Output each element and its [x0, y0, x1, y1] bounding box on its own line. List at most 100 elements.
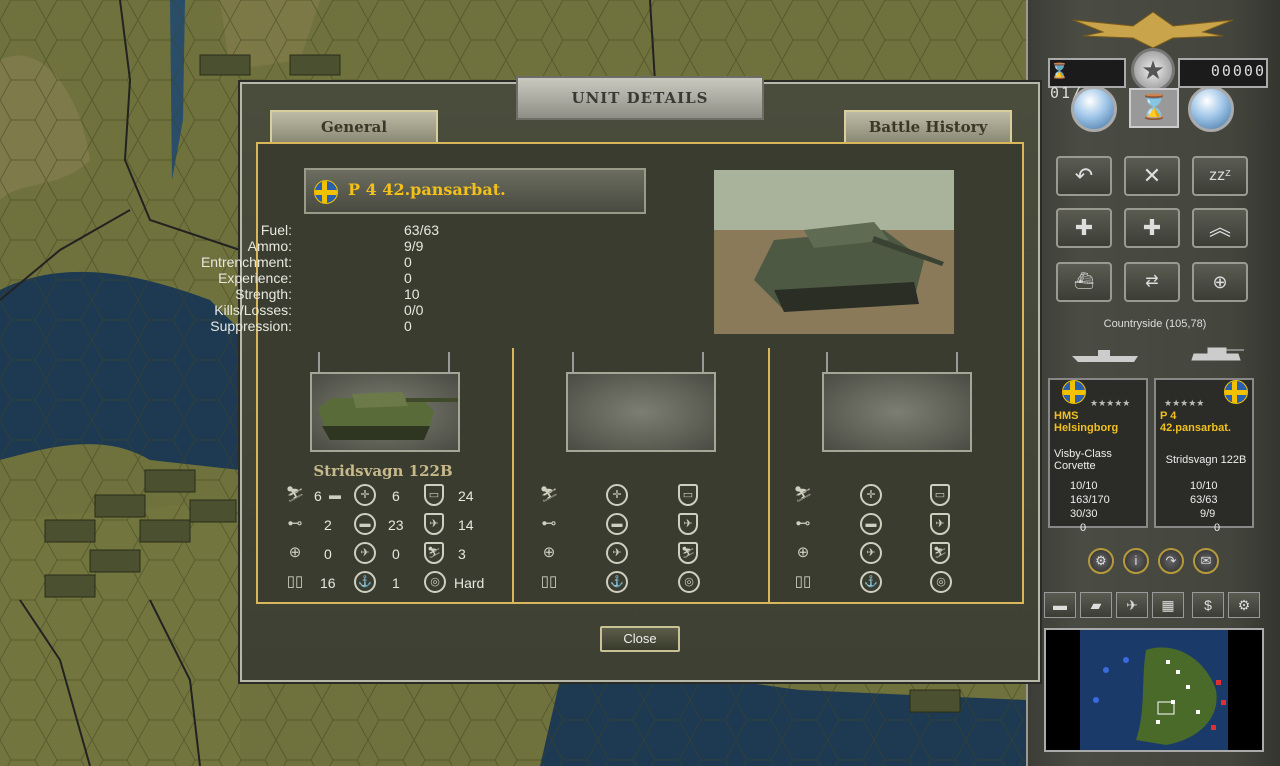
spotting-value: 2	[324, 517, 332, 533]
initiative-value: 16	[320, 575, 336, 591]
range-value: 0	[324, 546, 332, 562]
deploy-button[interactable]: ▰	[1080, 592, 1112, 618]
initiative-icon: ▯▯	[286, 573, 304, 590]
hard-attack-icon: ▬	[860, 513, 882, 535]
air-attack-value: 0	[392, 546, 400, 562]
close-button[interactable]: Close	[600, 626, 680, 652]
weather-left-icon	[1071, 86, 1117, 132]
minimap[interactable]	[1044, 628, 1264, 752]
dollar-icon: $	[1204, 597, 1212, 613]
info-button[interactable]: i	[1123, 548, 1149, 574]
unit-silhouettes	[1072, 347, 1244, 362]
ship-fuel: 163/170	[1070, 494, 1110, 506]
sleep-button[interactable]: zzᶻ	[1192, 156, 1248, 196]
ship-silhouette-icon	[1072, 350, 1138, 362]
stat-label: Kills/Losses:	[214, 302, 292, 318]
tank-silhouette-icon	[1191, 347, 1244, 361]
embark-button[interactable]: ⛴	[1056, 262, 1112, 302]
ship-entrench: 0	[1080, 522, 1087, 534]
purchase-button[interactable]: ▬	[1044, 592, 1076, 618]
star-badge-icon: ★	[1131, 48, 1175, 92]
soft-attack-icon: ✛	[354, 484, 376, 506]
target-icon: ⊕	[1212, 272, 1228, 292]
unit-details-dialog: UNIT DETAILS General Battle History P 4 …	[201, 76, 1040, 682]
target-type-icon: ◎	[930, 571, 952, 593]
air-mode-button[interactable]: ✈	[1116, 592, 1148, 618]
hard-attack-icon: ▬	[606, 513, 628, 535]
undo-icon: ↶	[1074, 163, 1094, 188]
sweden-flag-icon	[1062, 380, 1086, 404]
score-counter: 00000	[1178, 58, 1268, 88]
rank-stars-icon: ★★★★★	[1090, 398, 1131, 408]
next-unit-button[interactable]: ↷	[1158, 548, 1184, 574]
naval-attack-icon: ⚓	[860, 571, 882, 593]
spotting-icon: ⊷	[541, 515, 557, 532]
equipment-name: Stridsvagn 122B	[313, 462, 453, 480]
unit-tree-button[interactable]: ⚙	[1088, 548, 1114, 574]
tank-strength: 10/10	[1190, 480, 1218, 492]
disband-icon: ✕	[1142, 163, 1162, 188]
unit-card-ship[interactable]: ★★★★★ HMS Helsingborg Visby-Class Corvet…	[1048, 378, 1148, 534]
hanger-hook	[956, 352, 958, 374]
ground-defense-value: 24	[458, 488, 474, 504]
target-button[interactable]: ⊕	[1192, 262, 1248, 302]
hanger-hook	[572, 352, 574, 374]
eagle-emblem-icon	[1072, 11, 1234, 49]
embark-icon: ⛴	[1073, 273, 1095, 290]
unit-name: P 4 42.pansarbat.	[348, 180, 506, 199]
equipment-slot-2: ⛷ ✛ ▭ ⊷ ▬ ✈ ⊕ ✈ ⛷ ▯▯ ⚓ ◎	[514, 348, 770, 604]
ground-defense-icon: ▭	[930, 484, 950, 506]
soft-attack-icon: ✛	[860, 484, 882, 506]
unit-card-tank[interactable]: ★★★★★ P 4 42.pansarbat. Stridsvagn 122B …	[1154, 378, 1254, 534]
stat-label: Suppression:	[210, 318, 292, 334]
initiative-icon: ▯▯	[540, 573, 558, 590]
reinforce-button[interactable]: ✚	[1056, 208, 1112, 248]
stat-label: Experience:	[218, 270, 292, 286]
end-turn-button[interactable]: ⌛	[1129, 88, 1179, 128]
hanger-hook	[448, 352, 450, 374]
stat-value: 0	[404, 254, 412, 270]
equipment-image	[310, 372, 460, 452]
hard-attack-value: 23	[388, 517, 404, 533]
target-type-value: Hard	[454, 575, 485, 591]
elite-reinforce-button[interactable]: ✚	[1124, 208, 1180, 248]
ground-defense-icon: ▭	[678, 484, 698, 506]
ship-ammo: 30/30	[1070, 508, 1098, 520]
range-icon: ⊕	[288, 544, 302, 561]
transport-button[interactable]: ⇄	[1124, 262, 1180, 302]
stat-label: Strength:	[235, 286, 292, 302]
upgrade-icon: ︽	[1208, 215, 1231, 240]
undo-button[interactable]: ↶	[1056, 156, 1112, 196]
settings-button[interactable]: ⚙	[1228, 592, 1260, 618]
movement-value: 6	[314, 488, 322, 504]
movement-icon: ⛷	[285, 486, 305, 503]
chat-icon: ✉	[1200, 553, 1212, 568]
tank-buy-icon: ▬	[1053, 597, 1067, 613]
soft-attack-icon: ✛	[606, 484, 628, 506]
disband-button[interactable]: ✕	[1124, 156, 1180, 196]
stat-label: Ammo:	[247, 238, 292, 254]
rank-stars-icon: ★★★★★	[1164, 398, 1205, 408]
turn-counter: ⌛01/90	[1048, 58, 1126, 102]
tab-battle-history[interactable]: Battle History	[844, 110, 1012, 142]
hanger-hook	[702, 352, 704, 374]
initiative-icon: ▯▯	[794, 573, 812, 590]
stat-value: 63/63	[404, 222, 440, 238]
empty-equipment-plaque	[822, 372, 972, 452]
prestige-button[interactable]: $	[1192, 592, 1224, 618]
next-icon: ↷	[1165, 553, 1177, 568]
upgrade-button[interactable]: ︽	[1192, 208, 1248, 248]
empty-equipment-plaque	[566, 372, 716, 452]
stat-label: Entrenchment:	[200, 254, 292, 270]
equipment-slot-1: Stridsvagn 122B ⛷ 6 ▬ ✛ 6 ▭ 24 ⊷ 2 ▬ 23 …	[258, 348, 514, 604]
ship-name: HMS Helsingborg	[1054, 410, 1119, 434]
air-defense-value: 14	[458, 517, 474, 533]
stat-label: Fuel:	[260, 222, 292, 238]
elite-reinforce-icon: ✚	[1142, 215, 1162, 240]
hex-grid-button[interactable]: ▦	[1152, 592, 1184, 618]
tab-general[interactable]: General	[270, 110, 438, 142]
tracked-icon: ▬	[329, 488, 341, 502]
deploy-icon: ▰	[1090, 597, 1102, 613]
chat-button[interactable]: ✉	[1193, 548, 1219, 574]
air-attack-icon: ✈	[860, 542, 882, 564]
